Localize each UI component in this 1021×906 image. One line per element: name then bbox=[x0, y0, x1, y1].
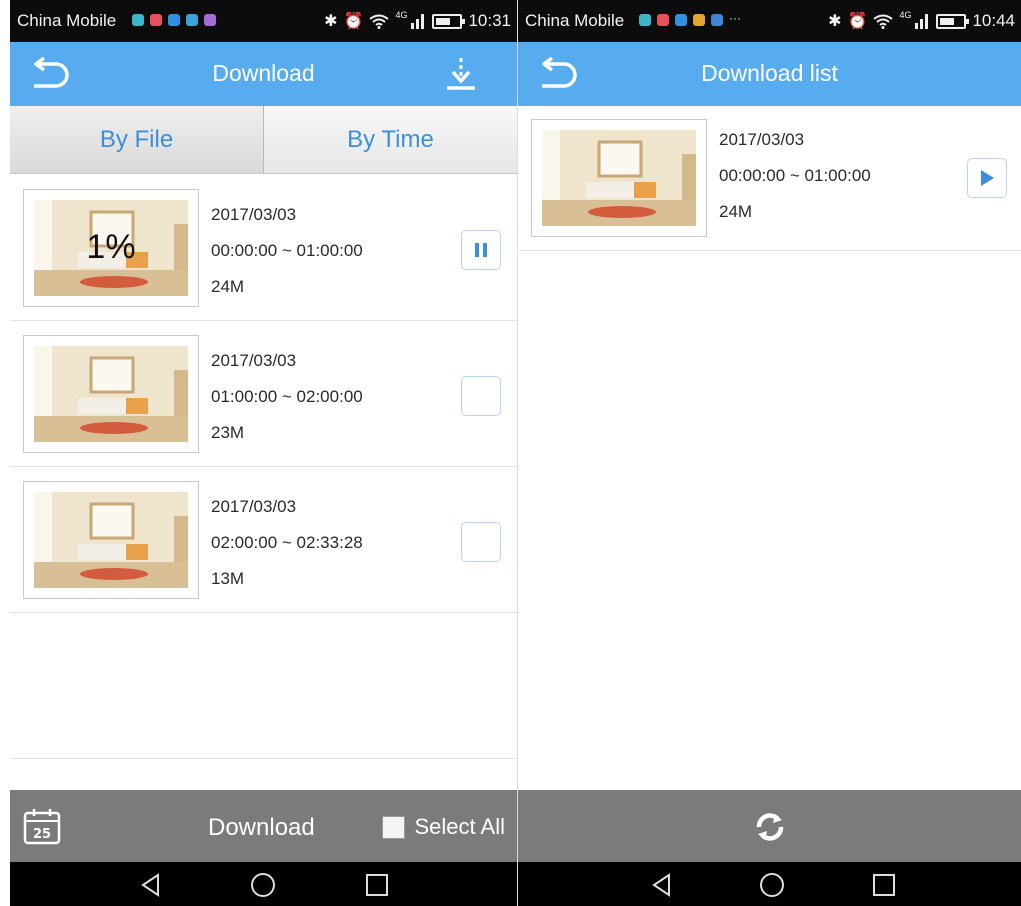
nav-recent-icon[interactable] bbox=[364, 872, 390, 898]
nav-back-icon[interactable] bbox=[649, 872, 675, 898]
notification-icon bbox=[693, 14, 705, 26]
room-picture bbox=[34, 346, 188, 442]
nav-home-icon[interactable] bbox=[759, 872, 785, 898]
notification-icon bbox=[657, 14, 669, 26]
file-size: 24M bbox=[211, 277, 245, 296]
file-date: 2017/03/03 bbox=[211, 351, 297, 370]
status-indicators: ✱ ⏰ 4G 10:44 bbox=[828, 10, 1015, 31]
carrier-label: China Mobile bbox=[17, 11, 117, 30]
download-icon[interactable] bbox=[443, 54, 479, 94]
file-date: 2017/03/03 bbox=[211, 205, 297, 224]
video-thumbnail bbox=[23, 335, 199, 453]
signal-icon bbox=[915, 14, 929, 29]
download-list-screen: China Mobile ··· ✱ ⏰ 4G 10:44 Download l… bbox=[517, 0, 1021, 906]
room-picture bbox=[542, 130, 696, 226]
alarm-icon: ⏰ bbox=[343, 13, 364, 30]
bluetooth-icon: ✱ bbox=[828, 13, 842, 30]
divider bbox=[10, 758, 517, 759]
bluetooth-icon: ✱ bbox=[324, 13, 338, 30]
bedroom-image bbox=[34, 492, 188, 588]
video-thumbnail bbox=[531, 119, 707, 237]
file-info: 2017/03/03 00:00:00 ~ 01:00:00 24M bbox=[211, 197, 363, 305]
wifi-icon bbox=[873, 14, 894, 29]
select-all-checkbox[interactable] bbox=[381, 815, 405, 839]
refresh-icon[interactable] bbox=[751, 808, 789, 846]
nav-home-icon[interactable] bbox=[250, 872, 276, 898]
notification-icon bbox=[204, 14, 216, 26]
battery-icon bbox=[936, 13, 970, 29]
title-bar: Download bbox=[10, 42, 517, 106]
file-size: 13M bbox=[211, 569, 245, 588]
notification-icons: ··· bbox=[639, 11, 741, 28]
pause-icon bbox=[475, 243, 487, 257]
pause-button[interactable] bbox=[461, 230, 501, 270]
file-info: 2017/03/03 00:00:00 ~ 01:00:00 24M bbox=[719, 122, 871, 230]
notification-icon bbox=[186, 14, 198, 26]
notification-icon bbox=[639, 14, 651, 26]
bottom-toolbar bbox=[518, 790, 1021, 862]
video-thumbnail bbox=[23, 481, 199, 599]
tab-by-time[interactable]: By Time bbox=[263, 106, 517, 173]
file-info: 2017/03/03 02:00:00 ~ 02:33:28 13M bbox=[211, 489, 363, 597]
notification-icon bbox=[168, 14, 180, 26]
file-size: 24M bbox=[719, 202, 753, 221]
file-date: 2017/03/03 bbox=[211, 497, 297, 516]
file-time-range: 00:00:00 ~ 01:00:00 bbox=[719, 166, 871, 185]
carrier-label: China Mobile bbox=[525, 11, 625, 30]
clock-label: 10:44 bbox=[972, 11, 1015, 30]
system-nav-bar bbox=[10, 862, 517, 906]
calendar-icon[interactable]: 25 bbox=[23, 807, 61, 845]
list-item[interactable]: 2017/03/03 01:00:00 ~ 02:00:00 23M bbox=[10, 321, 517, 467]
select-all-label: Select All bbox=[414, 814, 506, 839]
room-picture bbox=[34, 492, 188, 588]
play-button[interactable] bbox=[967, 158, 1007, 198]
status-indicators: ✱ ⏰ 4G 10:31 bbox=[324, 10, 511, 31]
file-time-range: 02:00:00 ~ 02:33:28 bbox=[211, 533, 363, 552]
file-time-range: 01:00:00 ~ 02:00:00 bbox=[211, 387, 363, 406]
select-checkbox[interactable] bbox=[461, 522, 501, 562]
notification-icons bbox=[132, 14, 216, 26]
status-bar: China Mobile ··· ✱ ⏰ 4G 10:44 bbox=[518, 0, 1021, 42]
file-date: 2017/03/03 bbox=[719, 130, 805, 149]
clock-label: 10:31 bbox=[468, 11, 511, 30]
bedroom-image: 1% bbox=[34, 200, 188, 296]
download-progress-label: 1% bbox=[86, 228, 136, 266]
file-time-range: 00:00:00 ~ 01:00:00 bbox=[211, 241, 363, 260]
network-type-label: 4G bbox=[899, 10, 912, 20]
title-bar: Download list bbox=[518, 42, 1021, 106]
select-all-toggle[interactable]: Select All bbox=[381, 814, 506, 840]
calendar-day: 25 bbox=[33, 827, 51, 842]
nav-recent-icon[interactable] bbox=[871, 872, 897, 898]
bedroom-image bbox=[34, 346, 188, 442]
nav-back-icon[interactable] bbox=[138, 872, 164, 898]
bedroom-image bbox=[542, 130, 696, 226]
file-info: 2017/03/03 01:00:00 ~ 02:00:00 23M bbox=[211, 343, 363, 451]
filter-tabs: By File By Time bbox=[10, 106, 517, 174]
page-title: Download bbox=[212, 60, 315, 86]
notification-icon bbox=[675, 14, 687, 26]
select-checkbox[interactable] bbox=[461, 376, 501, 416]
list-item[interactable]: 1% 2017/03/03 00:00:00 ~ 01:00:00 24M bbox=[10, 175, 517, 321]
status-bar: China Mobile ✱ ⏰ 4G 10:31 bbox=[10, 0, 517, 42]
download-screen: China Mobile ✱ ⏰ 4G 10:31 Download By Fi… bbox=[10, 0, 517, 906]
system-nav-bar bbox=[518, 862, 1021, 906]
page-title: Download list bbox=[701, 60, 838, 86]
list-item[interactable]: 2017/03/03 02:00:00 ~ 02:33:28 13M bbox=[10, 467, 517, 613]
signal-icon bbox=[411, 14, 425, 29]
battery-icon bbox=[432, 13, 466, 29]
play-icon bbox=[981, 170, 994, 186]
wifi-icon bbox=[369, 14, 390, 29]
notification-icon bbox=[711, 14, 723, 26]
alarm-icon: ⏰ bbox=[847, 13, 868, 30]
tab-by-file[interactable]: By File bbox=[10, 106, 263, 173]
video-thumbnail: 1% bbox=[23, 189, 199, 307]
list-item[interactable]: 2017/03/03 00:00:00 ~ 01:00:00 24M bbox=[518, 106, 1021, 251]
more-notifications-label: ··· bbox=[729, 11, 741, 25]
file-size: 23M bbox=[211, 423, 245, 442]
notification-icon bbox=[132, 14, 144, 26]
network-type-label: 4G bbox=[395, 10, 408, 20]
download-button[interactable]: Download bbox=[208, 814, 315, 842]
bottom-toolbar: 25 Download Select All bbox=[10, 790, 517, 862]
notification-icon bbox=[150, 14, 162, 26]
